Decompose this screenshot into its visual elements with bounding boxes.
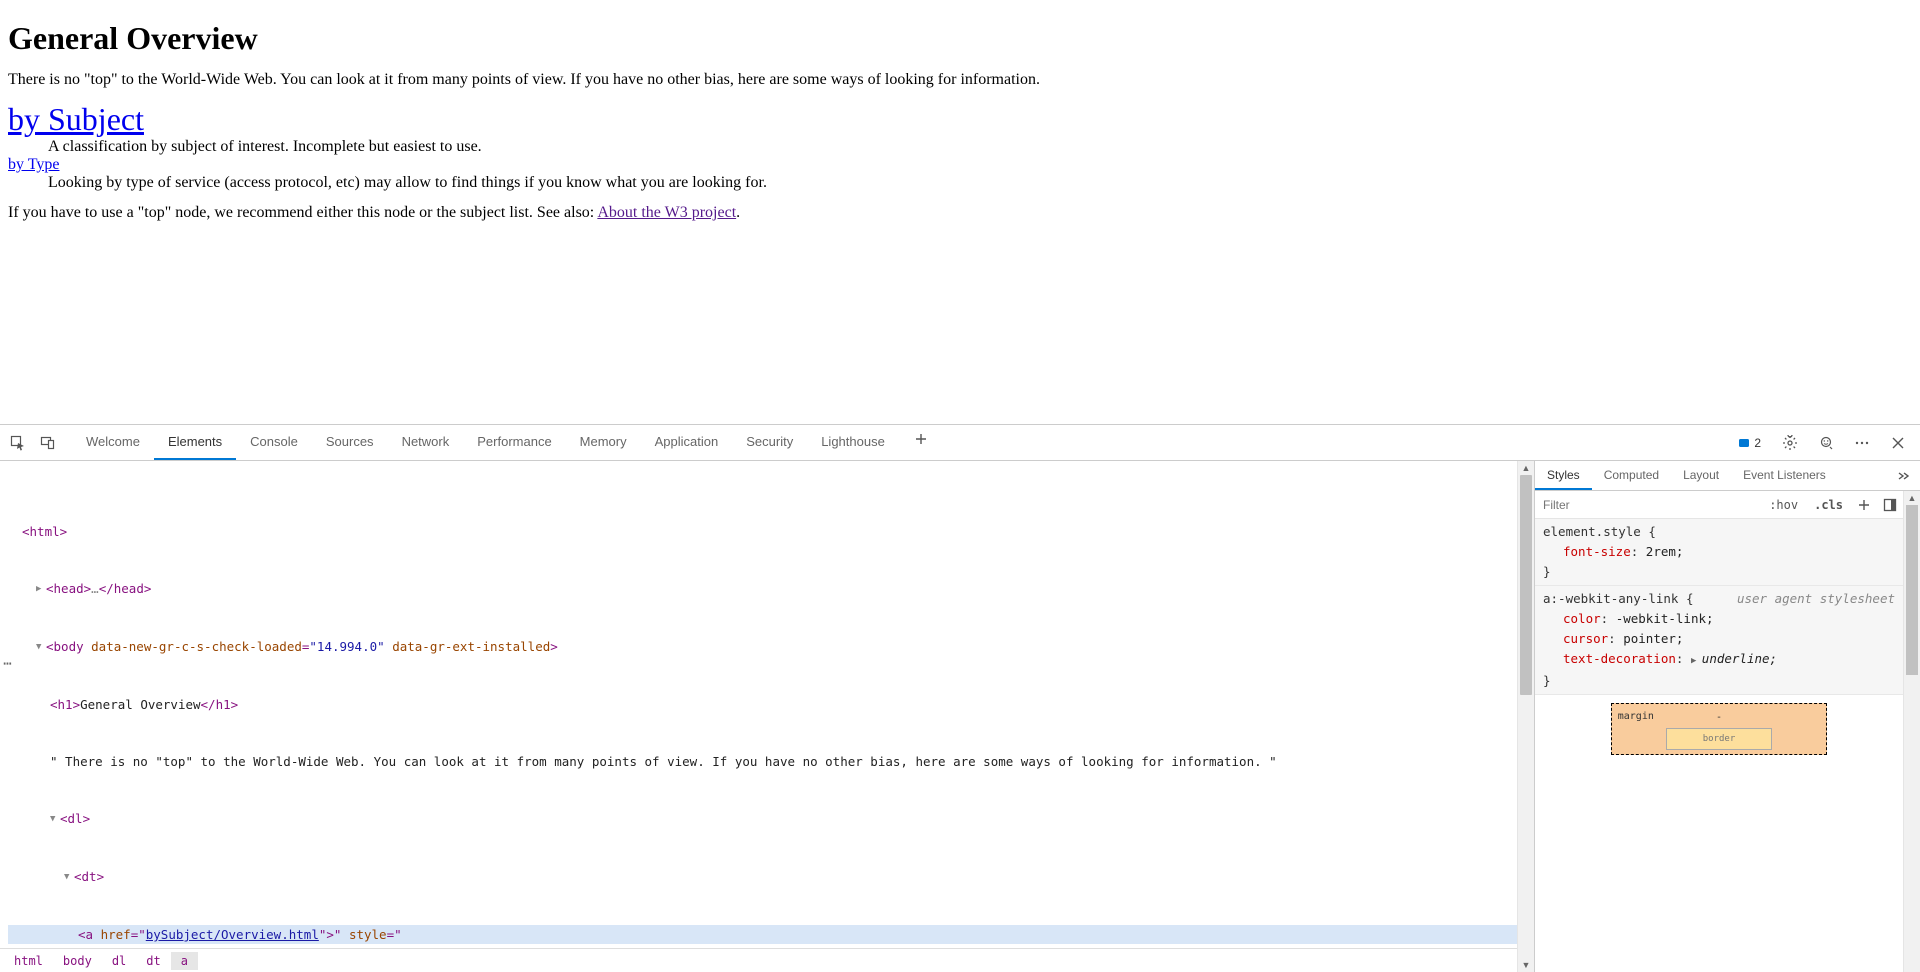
styles-more-icon[interactable] bbox=[1886, 469, 1920, 483]
dom-tree[interactable]: ⋯ <html> ▶<head>…</head> ▼<body data-new… bbox=[0, 461, 1517, 948]
scroll-up-icon[interactable]: ▲ bbox=[1518, 463, 1534, 473]
feedback-icon[interactable] bbox=[1812, 429, 1840, 457]
styles-scrollbar[interactable]: ▲ bbox=[1903, 491, 1920, 972]
tab-security[interactable]: Security bbox=[732, 425, 807, 460]
about-w3-link[interactable]: About the W3 project bbox=[597, 204, 736, 221]
devtools-tabbar: Welcome Elements Console Sources Network… bbox=[0, 425, 1920, 461]
by-type-desc: Looking by type of service (access proto… bbox=[48, 174, 1912, 192]
styles-tab-styles[interactable]: Styles bbox=[1535, 461, 1592, 490]
new-style-rule-icon[interactable] bbox=[1851, 498, 1877, 512]
styles-tab-eventlisteners[interactable]: Event Listeners bbox=[1731, 461, 1838, 490]
issue-count: 2 bbox=[1754, 436, 1761, 450]
close-devtools-icon[interactable] bbox=[1884, 429, 1912, 457]
definition-list: by Subject A classification by subject o… bbox=[8, 101, 1912, 192]
dom-breadcrumb: html body dl dt a bbox=[0, 948, 1517, 972]
crumb-a[interactable]: a bbox=[171, 952, 198, 970]
tab-memory[interactable]: Memory bbox=[566, 425, 641, 460]
rule-element-style[interactable]: element.style { font-size: 2rem; } bbox=[1535, 519, 1903, 586]
inspect-icon[interactable] bbox=[4, 429, 32, 457]
box-border: border bbox=[1666, 728, 1773, 750]
tab-application[interactable]: Application bbox=[641, 425, 733, 460]
tab-sources[interactable]: Sources bbox=[312, 425, 388, 460]
settings-gear-icon[interactable] bbox=[1776, 429, 1804, 457]
tab-network[interactable]: Network bbox=[388, 425, 464, 460]
devtools-tabs: Welcome Elements Console Sources Network… bbox=[72, 425, 1729, 460]
styles-rules[interactable]: element.style { font-size: 2rem; } user … bbox=[1535, 519, 1903, 972]
styles-filterbar: :hov .cls bbox=[1535, 491, 1903, 519]
styles-tab-layout[interactable]: Layout bbox=[1671, 461, 1731, 490]
scroll-down-icon[interactable]: ▼ bbox=[1518, 960, 1534, 970]
add-tab-icon[interactable] bbox=[907, 425, 935, 453]
page-content: General Overview There is no "top" to th… bbox=[0, 0, 1920, 424]
tab-performance[interactable]: Performance bbox=[463, 425, 565, 460]
styles-filter-input[interactable] bbox=[1535, 498, 1761, 512]
computed-sidebar-icon[interactable] bbox=[1877, 498, 1903, 512]
issue-dot-icon bbox=[1738, 437, 1750, 449]
dom-scrollbar[interactable]: ▲ ▼ bbox=[1517, 461, 1534, 972]
dom-panel: ⋯ <html> ▶<head>…</head> ▼<body data-new… bbox=[0, 461, 1517, 972]
issues-badge[interactable]: 2 bbox=[1731, 433, 1768, 453]
devtools-right-controls: 2 bbox=[1731, 429, 1916, 457]
tab-lighthouse[interactable]: Lighthouse bbox=[807, 425, 899, 460]
crumb-body[interactable]: body bbox=[53, 952, 102, 970]
selected-dom-line[interactable]: <a href="bySubject/Overview.html">" styl… bbox=[8, 925, 1517, 944]
more-menu-icon[interactable] bbox=[1848, 429, 1876, 457]
crumb-dt[interactable]: dt bbox=[136, 952, 170, 970]
device-toggle-icon[interactable] bbox=[34, 429, 62, 457]
crumb-dl[interactable]: dl bbox=[102, 952, 136, 970]
by-subject-link[interactable]: by Subject bbox=[8, 101, 144, 137]
outro-paragraph: If you have to use a "top" node, we reco… bbox=[8, 204, 1912, 222]
tab-elements[interactable]: Elements bbox=[154, 425, 236, 460]
outro-before: If you have to use a "top" node, we reco… bbox=[8, 204, 597, 221]
scroll-thumb[interactable] bbox=[1520, 475, 1532, 695]
styles-panel: Styles Computed Layout Event Listeners :… bbox=[1534, 461, 1920, 972]
dom-kebab-icon[interactable]: ⋯ bbox=[0, 655, 18, 674]
box-margin-label: margin bbox=[1618, 707, 1654, 727]
tab-welcome[interactable]: Welcome bbox=[72, 425, 154, 460]
styles-tab-computed[interactable]: Computed bbox=[1592, 461, 1671, 490]
rule-ua-anylink[interactable]: user agent stylesheet a:-webkit-any-link… bbox=[1535, 586, 1903, 695]
cls-toggle[interactable]: .cls bbox=[1806, 498, 1851, 512]
outro-after: . bbox=[736, 204, 740, 221]
page-heading: General Overview bbox=[8, 20, 1912, 57]
box-margin-top: - bbox=[1666, 708, 1773, 728]
box-model: margin - border bbox=[1535, 695, 1903, 763]
devtools-body: ⋯ <html> ▶<head>…</head> ▼<body data-new… bbox=[0, 461, 1920, 972]
hov-toggle[interactable]: :hov bbox=[1761, 498, 1806, 512]
by-subject-desc: A classification by subject of interest.… bbox=[48, 138, 1912, 156]
tab-console[interactable]: Console bbox=[236, 425, 312, 460]
crumb-html[interactable]: html bbox=[4, 952, 53, 970]
devtools: Welcome Elements Console Sources Network… bbox=[0, 424, 1920, 972]
intro-paragraph: There is no "top" to the World-Wide Web.… bbox=[8, 71, 1912, 89]
styles-tabs: Styles Computed Layout Event Listeners bbox=[1535, 461, 1920, 491]
by-type-link[interactable]: by Type bbox=[8, 156, 59, 173]
